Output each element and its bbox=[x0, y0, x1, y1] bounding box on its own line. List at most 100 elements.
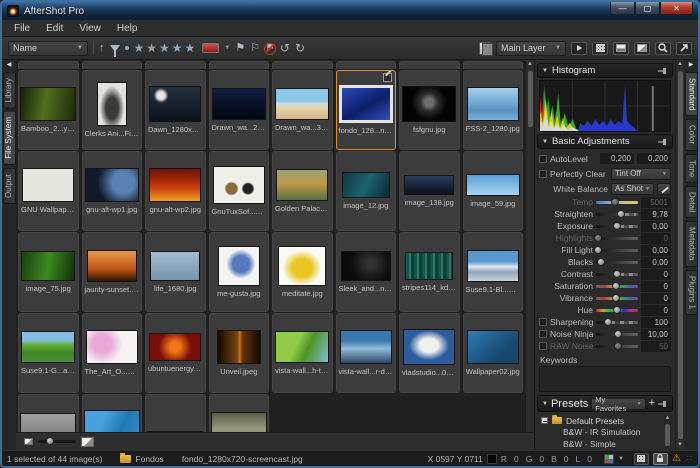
slider-track-contrast[interactable] bbox=[596, 273, 638, 276]
slider-value-contrast[interactable]: 0 bbox=[641, 269, 671, 280]
thumbnail-cell-image-138-jpg[interactable]: image_138.jpg bbox=[399, 151, 460, 231]
slider-knob[interactable] bbox=[594, 246, 602, 254]
thumbnail-cell[interactable] bbox=[18, 61, 79, 69]
tab-metadata[interactable]: Metadata bbox=[685, 221, 698, 266]
grid-scrollbar-thumb[interactable] bbox=[528, 71, 533, 127]
slider-track-highlights[interactable] bbox=[596, 237, 638, 240]
clear-rating-icon[interactable] bbox=[125, 46, 129, 50]
collapse-icon[interactable]: ▼ bbox=[542, 401, 548, 407]
slider-knob[interactable] bbox=[612, 294, 620, 302]
histogram-header[interactable]: ▼ Histogram bbox=[537, 63, 673, 78]
flag-icon[interactable]: ⚑ bbox=[235, 43, 245, 54]
flag-reject-icon[interactable]: ⚑ bbox=[265, 43, 275, 54]
thumbnail-cell-unveil-jpeg[interactable]: Unveil.jpeg bbox=[209, 313, 270, 393]
slider-value-exposure[interactable]: 0,00 bbox=[641, 221, 671, 232]
magnifier-icon[interactable] bbox=[655, 42, 671, 55]
dual-monitor-icon[interactable] bbox=[634, 453, 649, 465]
presets-header[interactable]: ▼ Presets My Favorites ▼ + bbox=[537, 395, 673, 412]
thumbnail-cell-meditate-jpg[interactable]: meditate.jpg bbox=[272, 232, 333, 312]
slider-knob[interactable] bbox=[611, 198, 619, 206]
thumbnail-cell[interactable] bbox=[336, 61, 397, 69]
thumbnail-cell[interactable] bbox=[209, 394, 270, 432]
collapse-right-icon[interactable]: ▶ bbox=[689, 61, 694, 69]
white-balance-dropdown[interactable]: As Shot ▼ bbox=[611, 183, 654, 195]
thumbnail-cell[interactable] bbox=[272, 61, 333, 69]
thumbnail-cell-gnu-wallpaper-2-jpg[interactable]: GNU Wallpaper 2.jpg bbox=[18, 151, 79, 231]
scroll-down-icon[interactable]: ▼ bbox=[677, 441, 683, 450]
thumbnail-cell-stripes114-kde-jpg[interactable]: stripes114_kde.jpg bbox=[399, 232, 460, 312]
slider-value-blacks[interactable]: 0,00 bbox=[641, 257, 671, 268]
slider-track-saturation[interactable] bbox=[596, 285, 638, 288]
slider-value-fill-light[interactable]: 0,00 bbox=[641, 245, 671, 256]
scroll-up-icon[interactable]: ▲ bbox=[677, 60, 683, 69]
slider-knob[interactable] bbox=[613, 306, 621, 314]
slider-track-fill-light[interactable] bbox=[596, 249, 638, 252]
thumbnail-cell[interactable] bbox=[463, 61, 524, 69]
color-profile-icon[interactable] bbox=[604, 454, 614, 464]
slider-value-sharpening[interactable]: 100 bbox=[641, 317, 671, 328]
slider-knob[interactable] bbox=[604, 318, 612, 326]
slider-value-noise-ninja[interactable]: 10,00 bbox=[641, 329, 671, 340]
thumbnail-cell-clerks-ani-figure-jpg[interactable]: Clerks Ani...Figure.jpg bbox=[82, 70, 143, 150]
thumbnail-cell-vista-wall-h-tree-jpg[interactable]: vista-wall...h-tree.jpg bbox=[272, 313, 333, 393]
thumbnail-cell-ubuntuenergy-jpg[interactable]: ubuntuenergy.jpg bbox=[145, 313, 206, 393]
warning-icon[interactable]: ⚠ bbox=[672, 454, 681, 464]
thumbnail-cell-suse9-1-bl-papers-jpg[interactable]: Suse9.1-Bl...papers.jpg bbox=[463, 232, 524, 312]
pin-icon[interactable] bbox=[658, 67, 668, 75]
slider-knob[interactable] bbox=[613, 270, 621, 278]
perfectly-clear-checkbox[interactable] bbox=[539, 170, 547, 178]
thumbnail-cell[interactable] bbox=[145, 61, 206, 69]
lock-icon[interactable] bbox=[653, 453, 668, 465]
thumbnail-cell-jaunty-sunset-jpg[interactable]: jaunty-sunset.jpg bbox=[82, 232, 143, 312]
minimize-button[interactable]: — bbox=[610, 2, 635, 15]
slider-track-noise-ninja[interactable] bbox=[596, 333, 638, 336]
presets-scrollbar-thumb[interactable] bbox=[665, 424, 670, 446]
keywords-input[interactable] bbox=[539, 366, 671, 392]
slider-track-exposure[interactable] bbox=[596, 225, 638, 228]
collapse-icon[interactable]: ▼ bbox=[542, 68, 548, 74]
thumbnail-size-knob[interactable] bbox=[46, 437, 54, 445]
thumbnail-cell-vladstudio-0x1024-jpg[interactable]: vladstudio...0x1024.jpg bbox=[399, 313, 460, 393]
collapse-icon[interactable]: ▼ bbox=[542, 139, 548, 145]
grid-scrollbar[interactable]: ▲ bbox=[525, 60, 534, 432]
slider-knob[interactable] bbox=[612, 282, 620, 290]
split-view-icon[interactable] bbox=[613, 42, 629, 55]
thumbnail-cell-drawn-wa-299-jpg[interactable]: Drawn_wa...299_.jpg bbox=[209, 70, 270, 150]
tab-output[interactable]: Output bbox=[3, 168, 16, 204]
tint-dropdown[interactable]: Tint Off ▼ bbox=[611, 168, 671, 180]
slider-value-vibrance[interactable]: 0 bbox=[641, 293, 671, 304]
slider-value-raw-noise[interactable]: 50 bbox=[641, 341, 671, 352]
image-view-icon[interactable] bbox=[634, 42, 650, 55]
rotate-right-icon[interactable]: ↻ bbox=[295, 42, 305, 54]
pin-icon[interactable] bbox=[658, 138, 668, 146]
scroll-up-icon[interactable]: ▲ bbox=[527, 60, 533, 69]
rotate-left-icon[interactable]: ↺ bbox=[280, 42, 290, 54]
slider-track-hue[interactable] bbox=[596, 309, 638, 312]
thumbnail-cell-the-art-o-efear-jpg[interactable]: The_Art_O...eFear.jpg bbox=[82, 313, 143, 393]
thumbnail-cell-vista-wall-r-dock-jpg[interactable]: vista-wall...r-dock.jpg bbox=[336, 313, 397, 393]
thumbnail-cell-me-gusta-jpg[interactable]: me-gusta.jpg bbox=[209, 232, 270, 312]
thumbnail-cell-gnu-alt-wp2-jpg[interactable]: gnu-alt-wp2.jpg bbox=[145, 151, 206, 231]
thumbnail-cell[interactable] bbox=[399, 61, 460, 69]
thumbnail-cell-dawn-1280x960-jpg[interactable]: Dawn_1280x960.jpg bbox=[145, 70, 206, 150]
thumbnail-cell-gnu-alt-wp1-jpg[interactable]: gnu-alt-wp1.jpg bbox=[82, 151, 143, 231]
tab-plugins-1[interactable]: Plugins 1 bbox=[685, 270, 698, 315]
collapse-folder-icon[interactable] bbox=[541, 417, 548, 424]
thumbnail-cell-image-12-jpg[interactable]: image_12.jpg bbox=[336, 151, 397, 231]
slider-knob[interactable] bbox=[614, 342, 622, 350]
slider-knob[interactable] bbox=[597, 258, 605, 266]
slider-value-straighten[interactable]: 9,78 bbox=[641, 209, 671, 220]
thumbnail-cell[interactable] bbox=[82, 61, 143, 69]
presets-dropdown[interactable]: My Favorites ▼ bbox=[591, 398, 645, 410]
slider-track-straighten[interactable] bbox=[596, 213, 638, 216]
preset-item-b-w-simple[interactable]: B&W - Simple bbox=[541, 439, 663, 448]
panel-scrollbar[interactable]: ▲ ▼ bbox=[675, 60, 684, 450]
slideshow-icon[interactable] bbox=[571, 42, 587, 55]
slider-knob[interactable] bbox=[614, 330, 622, 338]
chevron-down-icon[interactable]: ▼ bbox=[618, 456, 624, 462]
thumbnail-cell[interactable] bbox=[145, 394, 206, 432]
slider-knob[interactable] bbox=[594, 234, 602, 242]
menu-view[interactable]: View bbox=[71, 22, 109, 35]
slider-value-highlights[interactable]: 0 bbox=[641, 233, 671, 244]
sort-ascending-icon[interactable]: ↑ bbox=[99, 43, 105, 54]
